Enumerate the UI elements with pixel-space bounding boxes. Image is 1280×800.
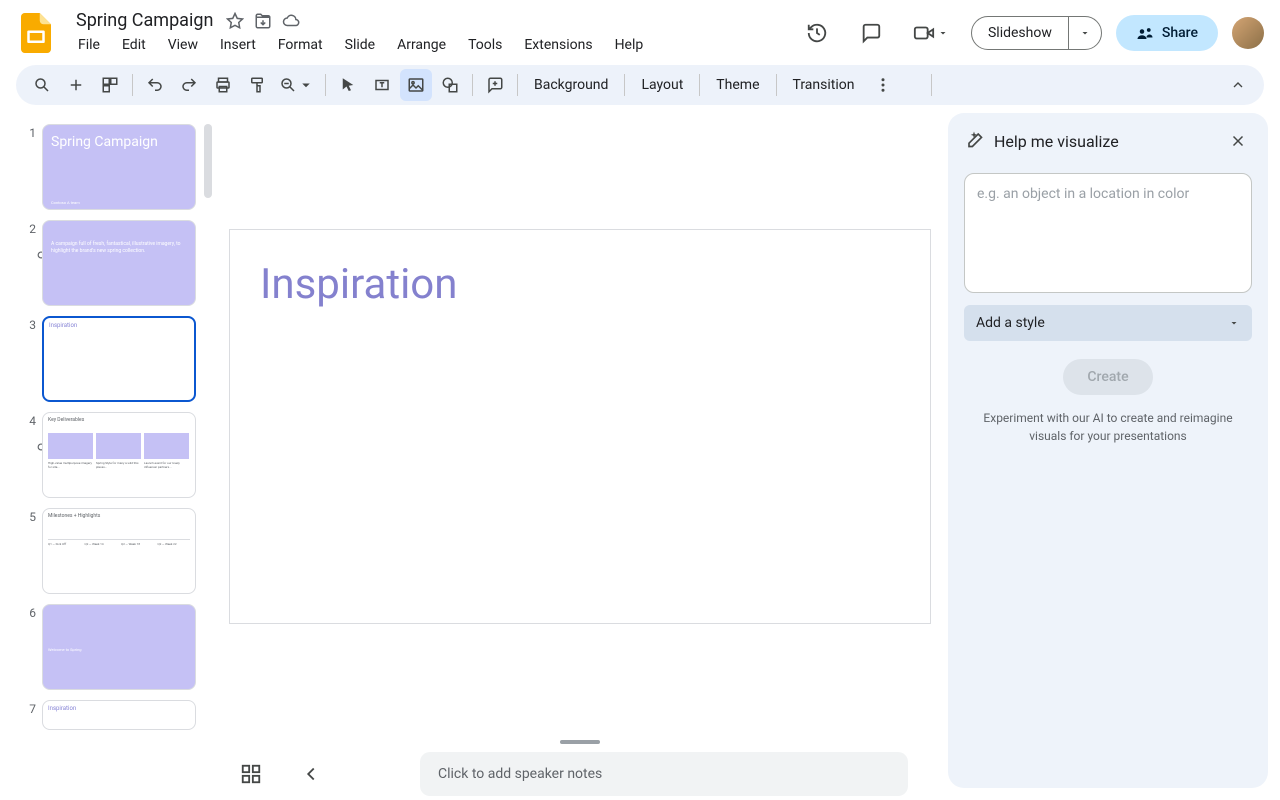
sparkle-pencil-icon: [964, 129, 984, 153]
panel-title: Help me visualize: [994, 132, 1214, 151]
toolbar: Background Layout Theme Transition: [16, 65, 1264, 105]
comment-add-icon[interactable]: [479, 69, 511, 101]
speaker-notes-resize-handle[interactable]: [560, 740, 600, 744]
more-icon[interactable]: [867, 69, 899, 101]
new-slide-icon[interactable]: [60, 69, 92, 101]
theme-button[interactable]: Theme: [706, 71, 769, 99]
shape-icon[interactable]: [434, 69, 466, 101]
menu-slide[interactable]: Slide: [335, 33, 385, 57]
grid-view-icon[interactable]: [240, 763, 262, 785]
menu-insert[interactable]: Insert: [210, 33, 266, 57]
move-icon[interactable]: [253, 11, 273, 31]
transition-button[interactable]: Transition: [783, 71, 865, 99]
undo-icon[interactable]: [139, 69, 171, 101]
zoom-icon[interactable]: [275, 69, 319, 101]
slide-number: 3: [22, 316, 36, 402]
explore-icon[interactable]: [300, 763, 322, 785]
slideshow-dropdown[interactable]: [1069, 17, 1101, 49]
slide-canvas[interactable]: Inspiration: [229, 229, 931, 624]
speaker-notes-input[interactable]: Click to add speaker notes: [420, 752, 908, 796]
slide-thumb-5[interactable]: Milestones + Highlights Q1 — Kick Off Q2…: [42, 508, 196, 594]
slide-number: 2: [22, 220, 36, 306]
menu-tools[interactable]: Tools: [458, 33, 512, 57]
slide-thumb-1[interactable]: Spring Campaign Contoso A team: [42, 124, 196, 210]
slideshow-button[interactable]: Slideshow: [972, 17, 1069, 49]
menu-edit[interactable]: Edit: [112, 33, 156, 57]
textbox-icon[interactable]: [366, 69, 398, 101]
layout-button[interactable]: Layout: [631, 71, 693, 99]
slide-number: 7: [22, 700, 36, 730]
slide-thumb-7[interactable]: Inspiration: [42, 700, 196, 730]
search-icon[interactable]: [26, 69, 58, 101]
image-icon[interactable]: [400, 69, 432, 101]
menu-format[interactable]: Format: [268, 33, 333, 57]
style-dropdown[interactable]: Add a style: [964, 305, 1252, 341]
slide-title[interactable]: Inspiration: [260, 260, 457, 309]
history-icon[interactable]: [797, 13, 837, 53]
share-button[interactable]: Share: [1116, 15, 1218, 51]
close-icon[interactable]: [1224, 127, 1252, 155]
slides-logo[interactable]: [16, 13, 56, 53]
slide-thumb-2[interactable]: A campaign full of fresh, fantastical, i…: [42, 220, 196, 306]
menu-arrange[interactable]: Arrange: [387, 33, 456, 57]
slide-number: 4: [22, 412, 36, 498]
menu-extensions[interactable]: Extensions: [514, 33, 602, 57]
meet-button[interactable]: [905, 16, 957, 50]
cloud-icon[interactable]: [281, 11, 301, 31]
layout-grid-icon[interactable]: [94, 69, 126, 101]
slide-number: 6: [22, 604, 36, 690]
paint-format-icon[interactable]: [241, 69, 273, 101]
filmstrip[interactable]: 1 Spring Campaign Contoso A team 2 A cam…: [0, 113, 212, 800]
menu-view[interactable]: View: [158, 33, 208, 57]
create-button[interactable]: Create: [1063, 359, 1152, 395]
prompt-input[interactable]: [977, 186, 1239, 280]
print-icon[interactable]: [207, 69, 239, 101]
slide-number: 5: [22, 508, 36, 594]
slide-number: 1: [22, 124, 36, 210]
avatar[interactable]: [1232, 17, 1264, 49]
redo-icon[interactable]: [173, 69, 205, 101]
slide-thumb-6[interactable]: Welcome to Spring: [42, 604, 196, 690]
help-me-visualize-panel: Help me visualize Add a style Create Exp…: [948, 113, 1268, 788]
document-title[interactable]: Spring Campaign: [72, 8, 217, 33]
background-button[interactable]: Background: [524, 71, 618, 99]
star-icon[interactable]: [225, 11, 245, 31]
collapse-toolbar-icon[interactable]: [1222, 69, 1254, 101]
panel-hint: Experiment with our AI to create and rei…: [964, 409, 1252, 445]
select-icon[interactable]: [332, 69, 364, 101]
comments-icon[interactable]: [851, 13, 891, 53]
menu-file[interactable]: File: [68, 33, 110, 57]
slide-thumb-4[interactable]: Key Deliverables High-value multipurpose…: [42, 412, 196, 498]
menu-help[interactable]: Help: [605, 33, 654, 57]
share-label: Share: [1162, 25, 1198, 41]
slide-thumb-3[interactable]: Inspiration: [42, 316, 196, 402]
